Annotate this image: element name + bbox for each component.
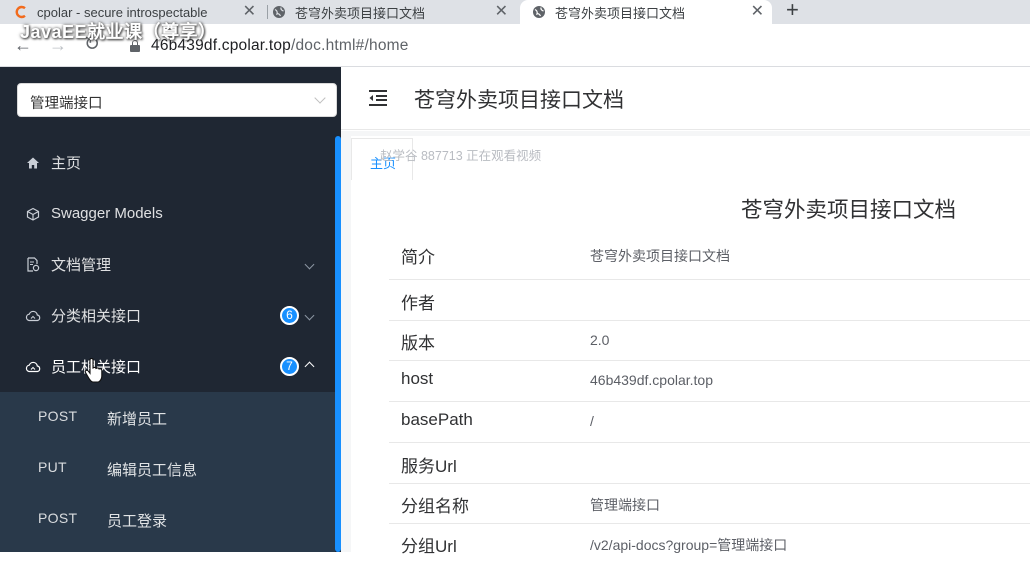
- close-icon[interactable]: ✕: [243, 3, 256, 21]
- cube-icon: [25, 206, 41, 222]
- info-row-group-url: 分组Url /v2/api-docs?group=管理端接口: [389, 524, 1030, 564]
- globe-icon: [272, 5, 286, 19]
- info-row-description: 简介 苍穹外卖项目接口文档: [389, 233, 1030, 280]
- hand-cursor-icon: [84, 358, 103, 383]
- endpoint-name: 新增员工: [107, 411, 168, 428]
- chevron-down-icon: [304, 310, 315, 321]
- sidebar-item-label: 文档管理: [51, 257, 112, 274]
- cloud-icon: [25, 359, 41, 375]
- http-method: POST: [38, 408, 78, 424]
- endpoint-item-edit-employee[interactable]: PUT 编辑员工信息: [0, 443, 335, 494]
- doc-info-panel: 苍穹外卖项目接口文档 简介 苍穹外卖项目接口文档 作者 版本 2.0 host …: [351, 180, 1030, 556]
- info-key: basePath: [401, 410, 473, 429]
- info-value: /: [590, 413, 594, 429]
- menu-collapse-icon[interactable]: [368, 89, 388, 107]
- info-value: 苍穹外卖项目接口文档: [590, 248, 730, 264]
- info-row-group-name: 分组名称 管理端接口: [389, 484, 1030, 524]
- http-method: PUT: [38, 459, 67, 475]
- http-method: POST: [38, 510, 78, 526]
- info-row-host: host 46b439df.cpolar.top: [389, 361, 1030, 402]
- page-title: 苍穹外卖项目接口文档: [414, 89, 624, 112]
- sidebar-item-label: 主页: [51, 155, 82, 172]
- close-icon[interactable]: ✕: [495, 3, 508, 21]
- sidebar-item-swagger-models[interactable]: Swagger Models: [0, 188, 335, 239]
- home-icon: [25, 155, 41, 171]
- browser-tab-docs[interactable]: 苍穹外卖项目接口文档 ✕: [272, 0, 518, 24]
- employee-endpoint-list: POST 新增员工 PUT 编辑员工信息 POST 员工登录: [0, 392, 335, 552]
- info-value: /v2/api-docs?group=管理端接口: [590, 537, 788, 553]
- cpolar-logo-icon: [14, 5, 28, 19]
- new-tab-button[interactable]: +: [786, 0, 799, 23]
- browser-tab-docs-active[interactable]: 苍穹外卖项目接口文档 ✕: [520, 0, 772, 24]
- endpoint-name: 员工登录: [107, 513, 168, 530]
- document-gear-icon: [25, 257, 41, 273]
- url-path: /doc.html#/home: [290, 37, 409, 54]
- browser-tab-title: 苍穹外卖项目接口文档: [555, 5, 686, 21]
- info-row-service-url: 服务Url: [389, 443, 1030, 484]
- sidebar-item-label: 分类相关接口: [51, 308, 142, 325]
- info-key: 版本: [401, 334, 435, 353]
- endpoint-name: 编辑员工信息: [107, 462, 198, 479]
- globe-icon: [532, 5, 546, 19]
- video-watermark-title: JavaEE就业课（尊享）: [20, 22, 217, 42]
- chevron-up-icon: [304, 361, 315, 372]
- chevron-down-icon: [304, 259, 315, 270]
- tab-separator: [267, 5, 268, 19]
- top-header: 苍穹外卖项目接口文档: [341, 67, 1030, 130]
- doc-title: 苍穹外卖项目接口文档: [741, 198, 957, 222]
- info-value: 2.0: [590, 332, 610, 348]
- cloud-icon: [25, 308, 41, 324]
- sidebar-item-label: Swagger Models: [51, 205, 163, 222]
- info-key: 作者: [401, 294, 435, 313]
- sidebar: 管理端接口 主页 Swagger Models 文档管理 分类相关接口 6 员工…: [0, 67, 341, 552]
- info-key: 服务Url: [401, 457, 457, 476]
- info-key: host: [401, 369, 434, 388]
- info-key: 分组名称: [401, 497, 469, 516]
- sidebar-item-employee-api[interactable]: 员工相关接口 7: [0, 341, 335, 392]
- info-row-basepath: basePath /: [389, 402, 1030, 443]
- info-key: 简介: [401, 248, 435, 267]
- info-value: 管理端接口: [590, 497, 660, 513]
- group-select-value: 管理端接口: [30, 96, 103, 112]
- endpoint-item-employee-login[interactable]: POST 员工登录: [0, 494, 335, 545]
- close-icon[interactable]: ✕: [751, 3, 764, 21]
- info-value: 46b439df.cpolar.top: [590, 372, 713, 388]
- endpoint-item-add-employee[interactable]: POST 新增员工: [0, 392, 335, 443]
- info-row-version: 版本 2.0: [389, 321, 1030, 361]
- sidebar-item-category-api[interactable]: 分类相关接口 6: [0, 290, 335, 341]
- sidebar-item-doc-management[interactable]: 文档管理: [0, 239, 335, 290]
- viewer-watermark: 赵学谷 887713 正在观看视频: [380, 149, 542, 163]
- count-badge: 6: [280, 306, 299, 325]
- info-row-author: 作者: [389, 280, 1030, 321]
- chevron-down-icon: [314, 92, 326, 104]
- info-key: 分组Url: [401, 537, 457, 556]
- group-select[interactable]: 管理端接口: [17, 83, 337, 117]
- count-badge: 7: [280, 357, 299, 376]
- sidebar-item-home[interactable]: 主页: [0, 137, 335, 188]
- browser-tab-title: 苍穹外卖项目接口文档: [295, 5, 426, 21]
